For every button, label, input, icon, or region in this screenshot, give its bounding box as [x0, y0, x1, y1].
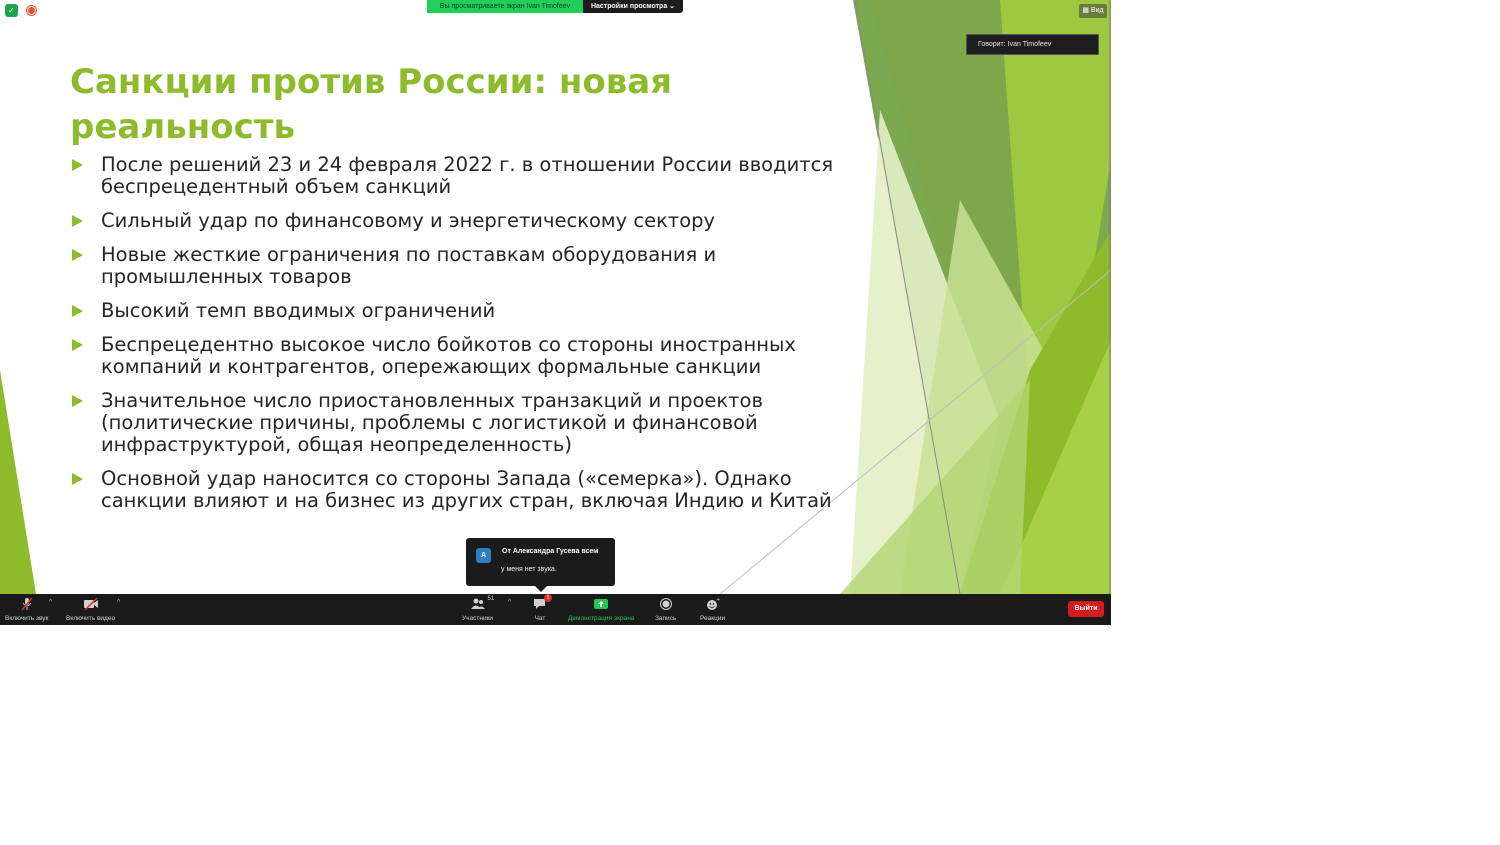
bullet-item: Основной удар наносится со стороны Запад… [72, 468, 852, 512]
smiley-plus-icon: + [706, 597, 720, 610]
bullet-text: Значительное число приостановленных тран… [101, 389, 763, 456]
bullet-text: Новые жесткие ограничения по поставкам о… [101, 243, 717, 288]
bullet-text: Высокий темп вводимых ограничений [101, 299, 496, 322]
triangle-bullet-icon [72, 249, 83, 261]
shared-slide: Санкции против России: новая реальность … [0, 0, 1111, 594]
bullet-text: Основной удар наносится со стороны Запад… [101, 467, 832, 512]
bullet-text: После решений 23 и 24 февраля 2022 г. в … [101, 153, 834, 198]
bullet-text: Сильный удар по финансовому и энергетиче… [101, 209, 716, 232]
leave-meeting-button[interactable]: Выйти [1068, 601, 1104, 617]
start-video-button[interactable]: Включить видео [66, 597, 115, 622]
zoom-meeting-window: Санкции против России: новая реальность … [0, 0, 1111, 625]
muted-microphone-icon [21, 597, 33, 611]
viewing-share-text: Вы просматриваете экран Ivan Timofeev [427, 0, 583, 13]
participants-icon: 51 [470, 596, 494, 611]
top-left-indicators: ✓ [5, 4, 36, 17]
triangle-bullet-icon [72, 159, 83, 171]
triangle-bullet-icon [72, 395, 83, 407]
bullet-list: После решений 23 и 24 февраля 2022 г. в … [72, 154, 852, 524]
participants-label: Участники [462, 615, 494, 622]
share-screen-label: Демонстрация экрана [568, 615, 635, 622]
screen-share-banner: Вы просматриваете экран Ivan Timofeev На… [427, 0, 683, 13]
chat-bubble-icon: 1 [532, 594, 552, 611]
reactions-button[interactable]: + Реакции [700, 597, 725, 622]
chat-notification-popup[interactable]: А От Александра Гусева всем у меня нет з… [466, 538, 615, 592]
share-screen-arrow-icon [594, 599, 609, 609]
chat-label: Чат [534, 615, 546, 622]
decor-shape [0, 370, 36, 594]
chat-unread-badge: 1 [544, 594, 552, 602]
triangle-bullet-icon [72, 215, 83, 227]
view-layout-button[interactable]: ▦ Вид [1079, 4, 1107, 18]
participants-button[interactable]: 51 Участники [462, 596, 494, 622]
participants-count: 51 [487, 596, 495, 602]
chat-message: у меня нет звука. [501, 566, 557, 573]
bullet-text: Беспрецедентно высокое число бойкотов со… [101, 333, 796, 378]
triangle-bullet-icon [72, 305, 83, 317]
bullet-item: Беспрецедентно высокое число бойкотов со… [72, 334, 852, 378]
participants-options-caret-icon[interactable]: ^ [508, 599, 511, 606]
share-screen-button[interactable]: Демонстрация экрана [568, 597, 634, 622]
bullet-item: После решений 23 и 24 февраля 2022 г. в … [72, 154, 852, 198]
view-options-button[interactable]: Настройки просмотра ⌄ [583, 0, 683, 13]
triangle-bullet-icon [72, 473, 83, 485]
bullet-item: Высокий темп вводимых ограничений [72, 300, 852, 322]
unmute-button[interactable]: Включить звук [5, 597, 48, 622]
encryption-shield-icon[interactable]: ✓ [5, 4, 18, 17]
record-button[interactable]: Запись [655, 597, 676, 622]
meeting-toolbar: Включить звук ^ Включить видео ^ 51 Учас… [0, 594, 1111, 625]
reactions-label: Реакции [700, 615, 726, 622]
audio-options-caret-icon[interactable]: ^ [49, 599, 52, 606]
bullet-item: Новые жесткие ограничения по поставкам о… [72, 244, 852, 288]
active-speaker-label: Говорит: Ivan Timofeev [966, 34, 1099, 55]
chat-button[interactable]: 1 Чат [532, 594, 552, 622]
slide-title: Санкции против России: новая реальность [70, 62, 673, 147]
video-off-camera-icon [83, 597, 98, 611]
chat-sender: От Александра Гусева всем [502, 548, 599, 555]
record-label: Запись [655, 615, 677, 622]
avatar: А [476, 548, 491, 563]
svg-text:+: + [716, 597, 720, 603]
triangle-bullet-icon [72, 339, 83, 351]
start-video-label: Включить видео [66, 615, 116, 622]
bullet-item: Сильный удар по финансовому и энергетиче… [72, 210, 852, 232]
recording-indicator-icon[interactable] [27, 6, 36, 15]
bullet-item: Значительное число приостановленных тран… [72, 390, 852, 456]
unmute-label: Включить звук [5, 615, 49, 622]
record-icon [659, 598, 672, 610]
video-options-caret-icon[interactable]: ^ [117, 599, 120, 606]
